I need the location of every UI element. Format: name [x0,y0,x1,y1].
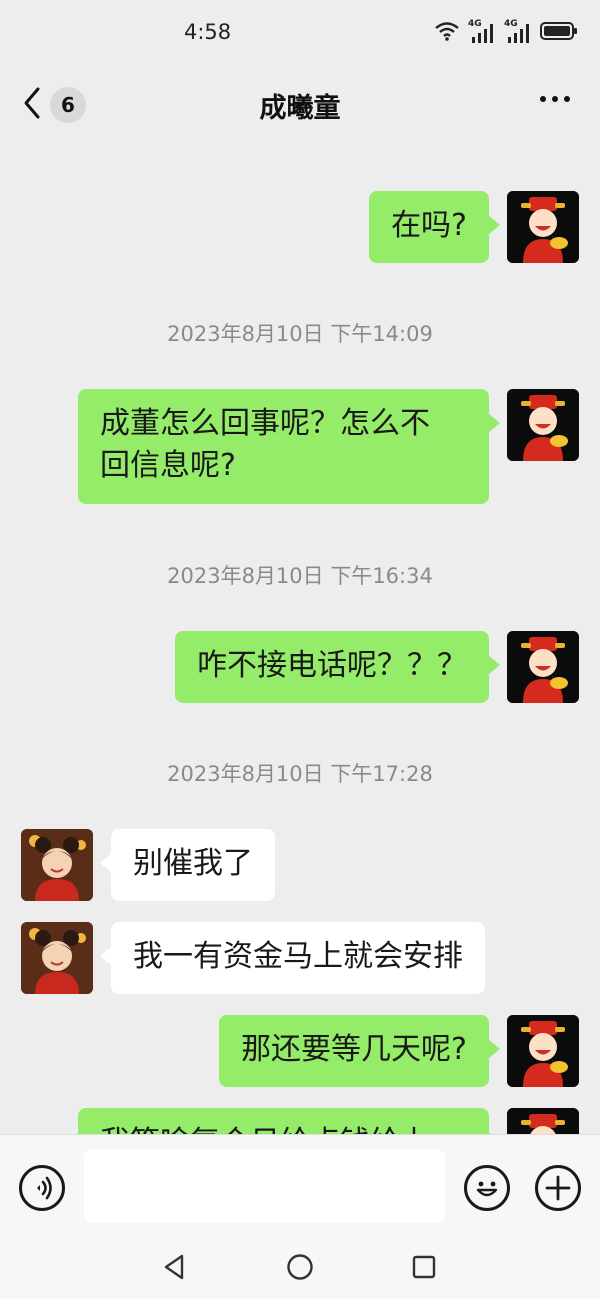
chat-title: 成曦童 [259,93,341,124]
contact-avatar[interactable] [21,922,93,994]
cellular-signal-icon: 4G [504,19,532,45]
cellular-signal-icon: 4G [468,19,496,45]
status-icons: 4G 4G [434,19,578,46]
message-text-line: 回信息呢? [100,448,236,483]
plus-icon [545,1175,571,1201]
message-text: 那还要等几天呢? [241,1032,467,1067]
voice-icon [37,1176,52,1200]
home-circle-icon[interactable] [285,1252,315,1286]
message-text-line: 成董怎么回事呢？怎么不 [100,406,430,441]
message-input[interactable] [84,1149,445,1223]
message-text: 我一有资金马上就会安排 [133,939,463,974]
chat-input-bar [0,1134,600,1234]
system-navigation-bar [0,1234,600,1299]
fortune-god-avatar-icon [507,1108,579,1134]
fortune-god-avatar-icon [507,191,579,263]
message-text: 我等啥复合日给点钱给上 [100,1122,467,1134]
message-text: 别催我了 [133,846,253,881]
message-text: 在吗? [391,208,467,243]
girl-avatar-icon [21,922,93,994]
dot-icon [540,96,546,102]
fortune-god-avatar-icon [507,389,579,461]
timestamp: 2023年8月10日 下午14:09 [167,322,433,346]
message-bubble-received[interactable]: 别催我了 [100,829,275,901]
self-avatar[interactable] [507,1015,579,1087]
message-list[interactable]: 在吗? 2023年8月10日 下午14:09 成董怎么回事呢？怎么不 回信息呢?… [0,142,600,1134]
message-bubble-sent[interactable]: 在吗? [369,191,500,263]
message-bubble-sent[interactable]: 那还要等几天呢? [219,1015,500,1087]
dot-icon [552,96,558,102]
wifi-icon [434,21,460,45]
message-row: 别催我了 [0,829,600,901]
contact-avatar[interactable] [21,829,93,901]
message-bubble-received[interactable]: 我一有资金马上就会安排 [100,922,485,994]
fortune-god-avatar-icon [507,631,579,703]
voice-input-button[interactable] [19,1165,65,1211]
dot-icon [564,96,570,102]
self-avatar[interactable] [507,631,579,703]
battery-icon [540,21,578,45]
more-options-button[interactable] [540,96,570,102]
message-row: 我等啥复合日给点钱给上 [0,1108,600,1134]
message-text: 咋不接电话呢？？？ [197,648,467,683]
girl-avatar-icon [21,829,93,901]
message-row: 成董怎么回事呢？怎么不 回信息呢? [0,389,600,504]
message-row: 那还要等几天呢? [0,1015,600,1087]
message-row: 咋不接电话呢？？？ [0,631,600,703]
self-avatar[interactable] [507,191,579,263]
self-avatar[interactable] [507,1108,579,1134]
emoji-icon [476,1181,498,1197]
recents-square-icon[interactable] [410,1253,438,1285]
emoji-button[interactable] [464,1165,510,1211]
timestamp: 2023年8月10日 下午16:34 [167,564,433,588]
message-row: 在吗? [0,191,600,263]
chat-nav-bar: 6 成曦童 [0,66,600,142]
message-bubble-sent[interactable]: 我等啥复合日给点钱给上 [78,1108,500,1134]
message-bubble-sent[interactable]: 咋不接电话呢？？？ [175,631,500,703]
fortune-god-avatar-icon [507,1015,579,1087]
status-bar: 4:58 4G 4G [0,0,600,66]
back-triangle-icon[interactable] [160,1252,188,1286]
more-functions-button[interactable] [535,1165,581,1211]
timestamp: 2023年8月10日 下午17:28 [167,762,433,786]
message-row: 我一有资金马上就会安排 [0,922,600,994]
message-bubble-sent[interactable]: 成董怎么回事呢？怎么不 回信息呢? [78,389,500,504]
chat-screen: 4:58 4G 4G 6 成曦童 在吗? 2023年8月10日 下午14:09 … [0,0,600,1299]
status-time: 4:58 [184,20,232,44]
self-avatar[interactable] [507,389,579,461]
